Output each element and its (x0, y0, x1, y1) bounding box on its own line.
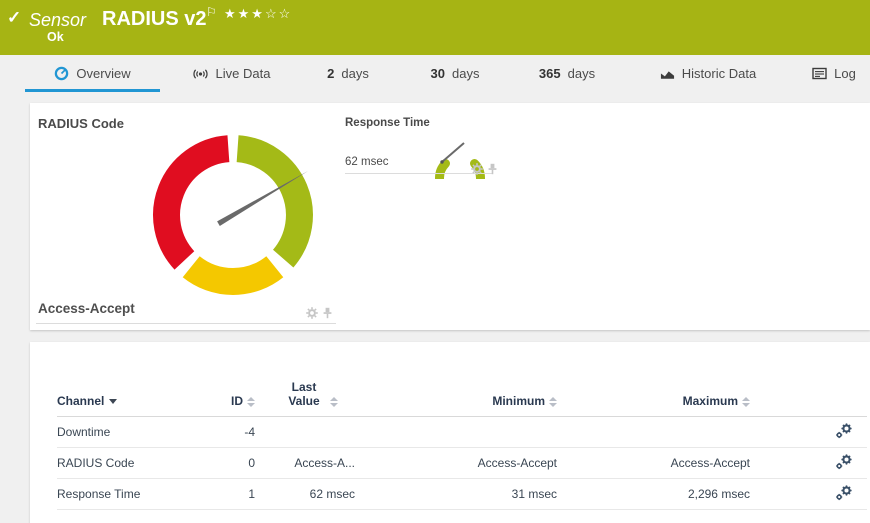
area-chart-icon (660, 70, 674, 79)
gauge-value-response-time: 62 msec (345, 156, 389, 168)
tab-30-days[interactable]: 30 days (405, 55, 505, 92)
divider (36, 323, 336, 324)
channel-table: Channel ID Last Value Minimum Maximum Do… (57, 380, 867, 510)
tab-overview[interactable]: Overview (25, 55, 160, 92)
column-header-channel[interactable]: Channel (57, 380, 187, 417)
gauge-title-response-time: Response Time (345, 117, 430, 129)
priority-stars[interactable]: ★★★☆☆ (224, 6, 292, 22)
column-label: ID (231, 394, 243, 408)
channel-id: -4 (187, 416, 265, 448)
tab-label: Overview (76, 66, 131, 81)
gauge-icon (55, 66, 69, 81)
tab-number: 365 (538, 66, 561, 81)
flag-icon[interactable]: ⚐ (206, 5, 217, 19)
table-row-downtime: Downtime -4 (57, 416, 867, 448)
minimum-value (365, 416, 567, 448)
tab-historic-data[interactable]: Historic Data (630, 55, 786, 92)
table-row-radius-code: RADIUS Code 0 Access-A... Access-Accept … (57, 447, 867, 479)
object-type-label: Sensor (29, 10, 87, 30)
sensor-title: RADIUS v2 (102, 8, 207, 30)
last-value: 62 msec (265, 478, 365, 510)
column-label: Minimum (492, 394, 545, 408)
channel-settings-gears-icon[interactable] (835, 422, 853, 439)
tab-2-days[interactable]: 2 days (300, 55, 396, 92)
tab-label: Live Data (215, 66, 271, 81)
log-list-icon (812, 67, 827, 80)
gauges-panel: RADIUS Code Access-Accept Response Time … (30, 103, 870, 330)
maximum-value: Access-Accept (567, 447, 760, 479)
gauge-value-label: Access-Accept (38, 301, 135, 316)
column-label: Maximum (682, 394, 738, 408)
pin-icon[interactable] (487, 163, 498, 175)
table-header-row: Channel ID Last Value Minimum Maximum (57, 380, 867, 417)
channel-id: 0 (187, 447, 265, 479)
column-header-id[interactable]: ID (187, 380, 265, 417)
gear-icon[interactable] (471, 163, 483, 175)
tab-label: days (452, 66, 480, 81)
tab-365-days[interactable]: 365 days (513, 55, 621, 92)
ok-check-icon: ✓ (7, 8, 22, 27)
radius-code-gauge (153, 135, 313, 295)
channel-name[interactable]: Downtime (57, 416, 187, 448)
channel-table-panel: Channel ID Last Value Minimum Maximum Do… (30, 342, 870, 523)
sensor-status-header: ✓ Sensor RADIUS v2 ⚐ ★★★☆☆ Ok (0, 0, 870, 55)
gauge-tools (306, 307, 333, 319)
column-label: Channel (57, 394, 105, 408)
maximum-value (567, 416, 760, 448)
channel-settings-gears-icon[interactable] (835, 484, 853, 501)
sort-icon (549, 397, 557, 407)
table-row-response-time: Response Time 1 62 msec 31 msec 2,296 ms… (57, 478, 867, 510)
gauge-needle (441, 142, 465, 163)
gauge-tools (471, 163, 498, 175)
maximum-value: 2,296 msec (567, 478, 760, 510)
minimum-value: 31 msec (365, 478, 567, 510)
sort-icon (330, 397, 338, 407)
tab-label: Historic Data (681, 66, 757, 81)
tab-number: 30 (430, 66, 445, 81)
last-value: Access-A... (265, 447, 365, 479)
column-header-last-value[interactable]: Last Value (265, 380, 365, 417)
tab-bar: Overview Live Data 2 days 30 days 365 da… (0, 55, 870, 92)
column-header-maximum[interactable]: Maximum (567, 380, 760, 417)
sort-icon (742, 397, 750, 407)
tab-log[interactable]: Log (798, 55, 870, 92)
column-label: Last Value (288, 380, 320, 408)
column-header-minimum[interactable]: Minimum (365, 380, 567, 417)
tab-number: 2 (327, 66, 335, 81)
broadcast-icon (192, 68, 208, 79)
last-value (265, 416, 365, 448)
sort-icon (247, 397, 255, 407)
tab-label: Log (834, 66, 856, 81)
column-header-actions (760, 380, 867, 417)
minimum-value: Access-Accept (365, 447, 567, 479)
channel-settings-gears-icon[interactable] (835, 453, 853, 470)
gauge-title-radius-code: RADIUS Code (38, 116, 124, 131)
tab-live-data[interactable]: Live Data (165, 55, 297, 92)
channel-name[interactable]: RADIUS Code (57, 447, 187, 479)
tab-label: days (341, 66, 369, 81)
status-badge: Ok (47, 30, 64, 44)
tab-label: days (567, 66, 596, 81)
pin-icon[interactable] (322, 307, 333, 319)
sort-desc-icon (109, 399, 118, 404)
channel-id: 1 (187, 478, 265, 510)
channel-name[interactable]: Response Time (57, 478, 187, 510)
gear-icon[interactable] (306, 307, 318, 319)
